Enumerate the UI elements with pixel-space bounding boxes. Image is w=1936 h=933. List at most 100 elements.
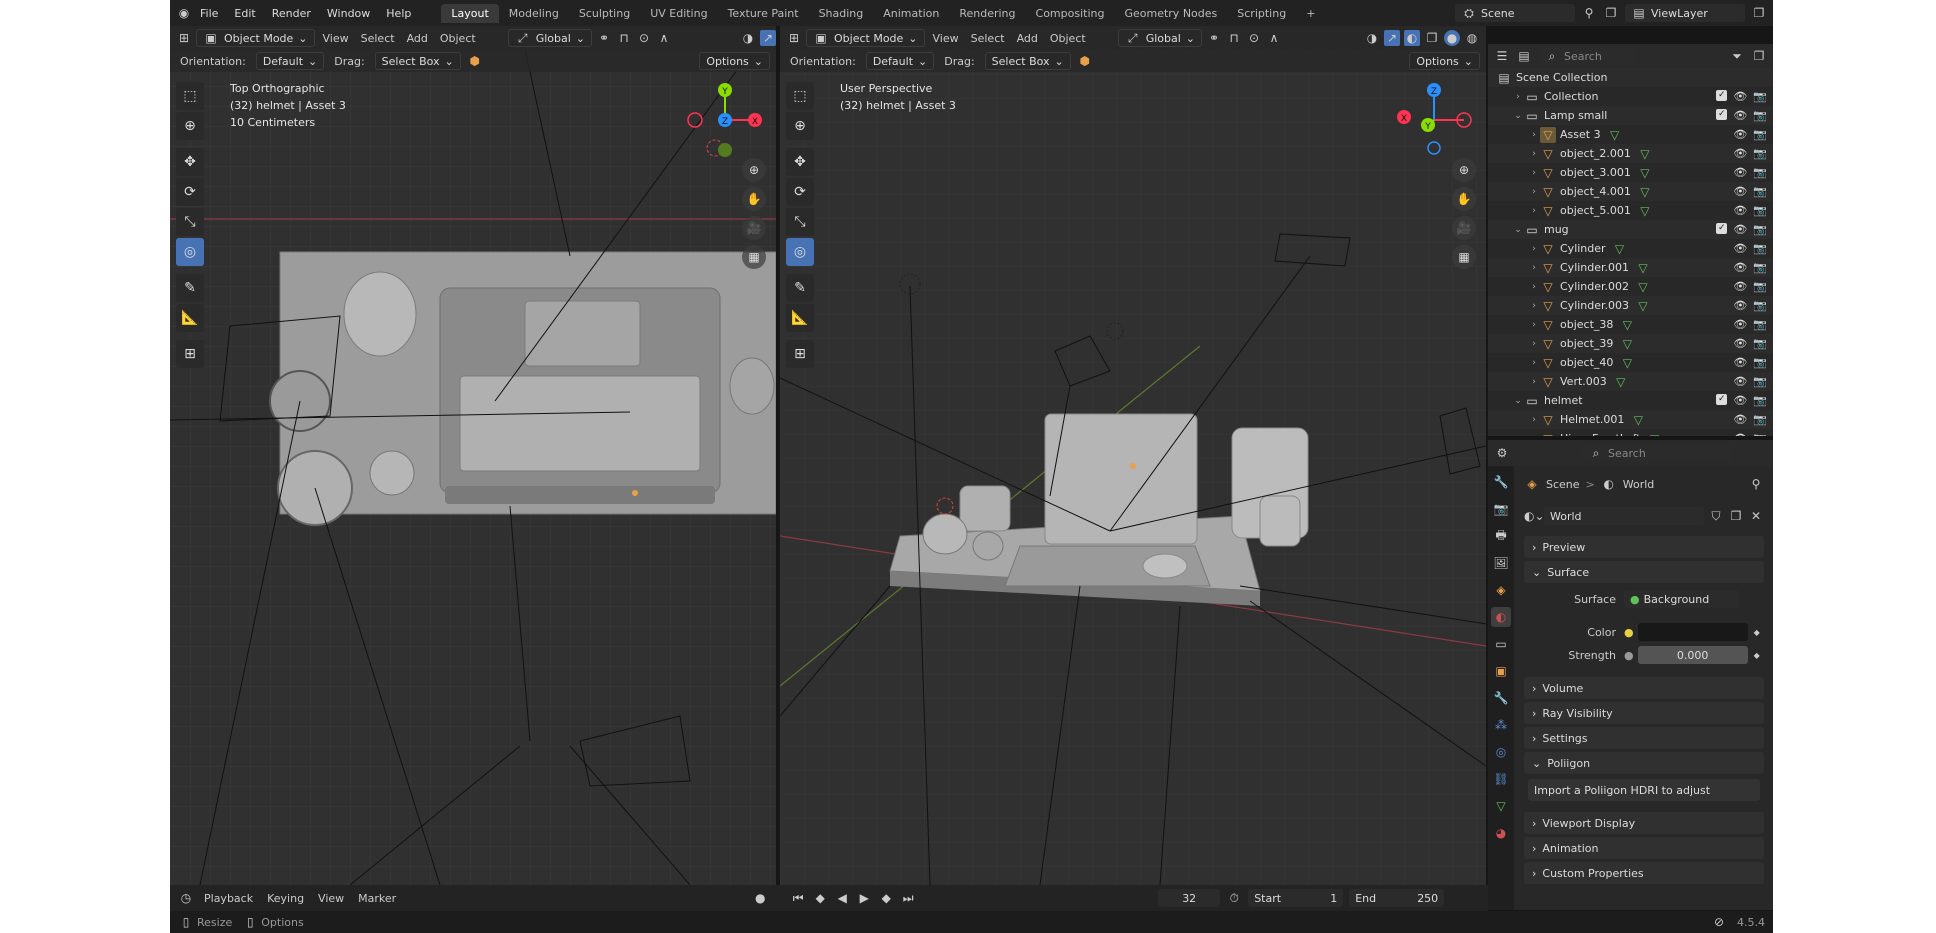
tab-scripting[interactable]: Scripting: [1227, 4, 1296, 23]
headphones[interactable]: [729, 357, 775, 415]
tab-texture-paint[interactable]: Texture Paint: [718, 4, 809, 23]
menu-add[interactable]: Add: [1013, 32, 1042, 45]
select-box-tool-icon[interactable]: ⬚: [176, 82, 204, 110]
plant-pot[interactable]: [959, 485, 1011, 532]
auto-key-icon[interactable]: ●: [752, 890, 768, 906]
eye-icon[interactable]: 👁: [1733, 394, 1747, 407]
visibility-icon[interactable]: ◑: [740, 30, 756, 46]
jump-end-icon[interactable]: ⏭: [900, 890, 916, 906]
gizmo-toggle-icon[interactable]: ↗: [1384, 30, 1400, 46]
menu-add[interactable]: Add: [403, 32, 432, 45]
mesh-data-icon[interactable]: ▽: [1637, 184, 1653, 200]
menu-render[interactable]: Render: [264, 7, 319, 20]
outliner-object-row[interactable]: › ▽ object_40 ▽ 👁 📷: [1488, 353, 1773, 372]
mesh-data-icon[interactable]: ▽: [1635, 260, 1651, 276]
disclosure-icon[interactable]: ›: [1528, 244, 1540, 254]
filter-icon[interactable]: ⏷: [1729, 48, 1745, 64]
add-cube-tool-icon[interactable]: ⊞: [176, 340, 204, 368]
eye-icon[interactable]: 👁: [1733, 147, 1747, 160]
move-tool-icon[interactable]: ✥: [176, 148, 204, 176]
disclosure-icon[interactable]: ›: [1528, 130, 1540, 140]
render-camera-icon[interactable]: 📷: [1753, 356, 1767, 369]
mesh-data-icon[interactable]: ▽: [1619, 317, 1635, 333]
collection-tab-icon[interactable]: ▭: [1491, 634, 1511, 654]
material-tab-icon[interactable]: ◕: [1491, 823, 1511, 843]
panel-viewport-display[interactable]: › Viewport Display: [1524, 812, 1764, 834]
strength-field[interactable]: 0.000: [1637, 646, 1748, 664]
mouse[interactable]: [1142, 553, 1188, 579]
gizmo-neg-y[interactable]: [718, 143, 732, 157]
menu-select[interactable]: Select: [967, 32, 1009, 45]
pen-cup[interactable]: [1259, 495, 1301, 547]
outliner-object-row[interactable]: › ▽ object_3.001 ▽ 👁 📷: [1488, 163, 1773, 182]
render-camera-icon[interactable]: 📷: [1753, 432, 1767, 436]
eye-icon[interactable]: 👁: [1733, 109, 1747, 122]
disclosure-icon[interactable]: ›: [1528, 301, 1540, 311]
start-frame-field[interactable]: Start 1: [1248, 889, 1344, 907]
panel-surface[interactable]: ⌄ Surface: [1524, 561, 1764, 583]
mesh-data-icon[interactable]: ▽: [1613, 374, 1629, 390]
editor-type-icon[interactable]: ◷: [178, 890, 194, 906]
mesh-data-icon[interactable]: ▽: [1637, 203, 1653, 219]
scale-tool-icon[interactable]: ⤡: [786, 208, 814, 236]
disclosure-icon[interactable]: ›: [1528, 434, 1540, 437]
eye-icon[interactable]: 👁: [1733, 204, 1747, 217]
eye-icon[interactable]: 👁: [1733, 166, 1747, 179]
eye-icon[interactable]: 👁: [1733, 318, 1747, 331]
disclosure-icon[interactable]: ⌄: [1512, 111, 1524, 121]
outliner-scene-collection[interactable]: ▤ Scene Collection: [1488, 68, 1773, 87]
shading-material-icon[interactable]: ◍: [1464, 30, 1480, 46]
menu-select[interactable]: Select: [357, 32, 399, 45]
transform-orientation-dropdown[interactable]: ⤢ Global ⌄: [1117, 29, 1202, 47]
outliner-search[interactable]: ⌕ Search: [1538, 47, 1638, 65]
render-camera-icon[interactable]: 📷: [1753, 375, 1767, 388]
color-swatch[interactable]: [1637, 623, 1748, 641]
select-box-tool-icon[interactable]: ⬚: [786, 82, 814, 110]
surface-shader-field[interactable]: ● Background: [1624, 590, 1739, 608]
camera-icon[interactable]: 🎥: [742, 216, 766, 240]
move-tool-icon[interactable]: ✥: [786, 148, 814, 176]
rotate-tool-icon[interactable]: ⟳: [176, 178, 204, 206]
transform-tool-icon[interactable]: ◎: [786, 238, 814, 266]
properties-search[interactable]: ⌕ Search: [1582, 444, 1732, 462]
menu-playback[interactable]: Playback: [200, 892, 257, 905]
world-tab-icon[interactable]: ◐: [1491, 607, 1511, 627]
tab-layout[interactable]: Layout: [441, 3, 499, 23]
outliner-object-row[interactable]: › ▽ Helmet.001 ▽ 👁 📷: [1488, 410, 1773, 429]
duplicate-icon[interactable]: ❐: [1728, 508, 1744, 524]
render-camera-icon[interactable]: 📷: [1753, 280, 1767, 293]
eye-icon[interactable]: 👁: [1733, 185, 1747, 198]
pivot-icon[interactable]: ⚭: [1206, 30, 1222, 46]
keyframe-dot-icon[interactable]: ◆: [1754, 628, 1760, 637]
snap-icon[interactable]: ⊓: [616, 30, 632, 46]
tab-compositing[interactable]: Compositing: [1026, 4, 1115, 23]
tab-geometry-nodes[interactable]: Geometry Nodes: [1114, 4, 1227, 23]
menu-edit[interactable]: Edit: [226, 7, 263, 20]
clock-icon[interactable]: ⏱: [1226, 890, 1242, 906]
menu-file[interactable]: File: [192, 7, 226, 20]
outliner-collection-row[interactable]: ⌄ ▭ mug ✓ 👁 📷: [1488, 220, 1773, 239]
outliner-object-row[interactable]: › ▽ object_38 ▽ 👁 📷: [1488, 315, 1773, 334]
pivot-icon[interactable]: ⚭: [596, 30, 612, 46]
zoom-icon[interactable]: ⊕: [742, 158, 766, 182]
modifier-tab-icon[interactable]: 🔧: [1491, 688, 1511, 708]
menu-view[interactable]: View: [314, 892, 348, 905]
plant-pot[interactable]: [369, 450, 415, 496]
keyframe-dot-icon[interactable]: ◆: [1754, 651, 1760, 660]
add-cube-tool-icon[interactable]: ⊞: [786, 340, 814, 368]
disclosure-icon[interactable]: ›: [1528, 149, 1540, 159]
zoom-icon[interactable]: ⊕: [1452, 158, 1476, 182]
mesh-data-icon[interactable]: ▽: [1637, 146, 1653, 162]
eye-icon[interactable]: 👁: [1733, 299, 1747, 312]
mesh-data-icon[interactable]: ▽: [1635, 298, 1651, 314]
eye-icon[interactable]: 👁: [1733, 337, 1747, 350]
end-frame-field[interactable]: End 250: [1349, 889, 1445, 907]
gizmo-shape-icon[interactable]: ⬢: [467, 53, 483, 69]
transform-orientation-dropdown[interactable]: ⤢ Global ⌄: [507, 29, 592, 47]
render-camera-icon[interactable]: 📷: [1753, 299, 1767, 312]
panel-settings[interactable]: › Settings: [1524, 727, 1764, 749]
menu-help[interactable]: Help: [378, 7, 419, 20]
eye-icon[interactable]: 👁: [1733, 356, 1747, 369]
render-camera-icon[interactable]: 📷: [1753, 318, 1767, 331]
render-camera-icon[interactable]: 📷: [1753, 185, 1767, 198]
